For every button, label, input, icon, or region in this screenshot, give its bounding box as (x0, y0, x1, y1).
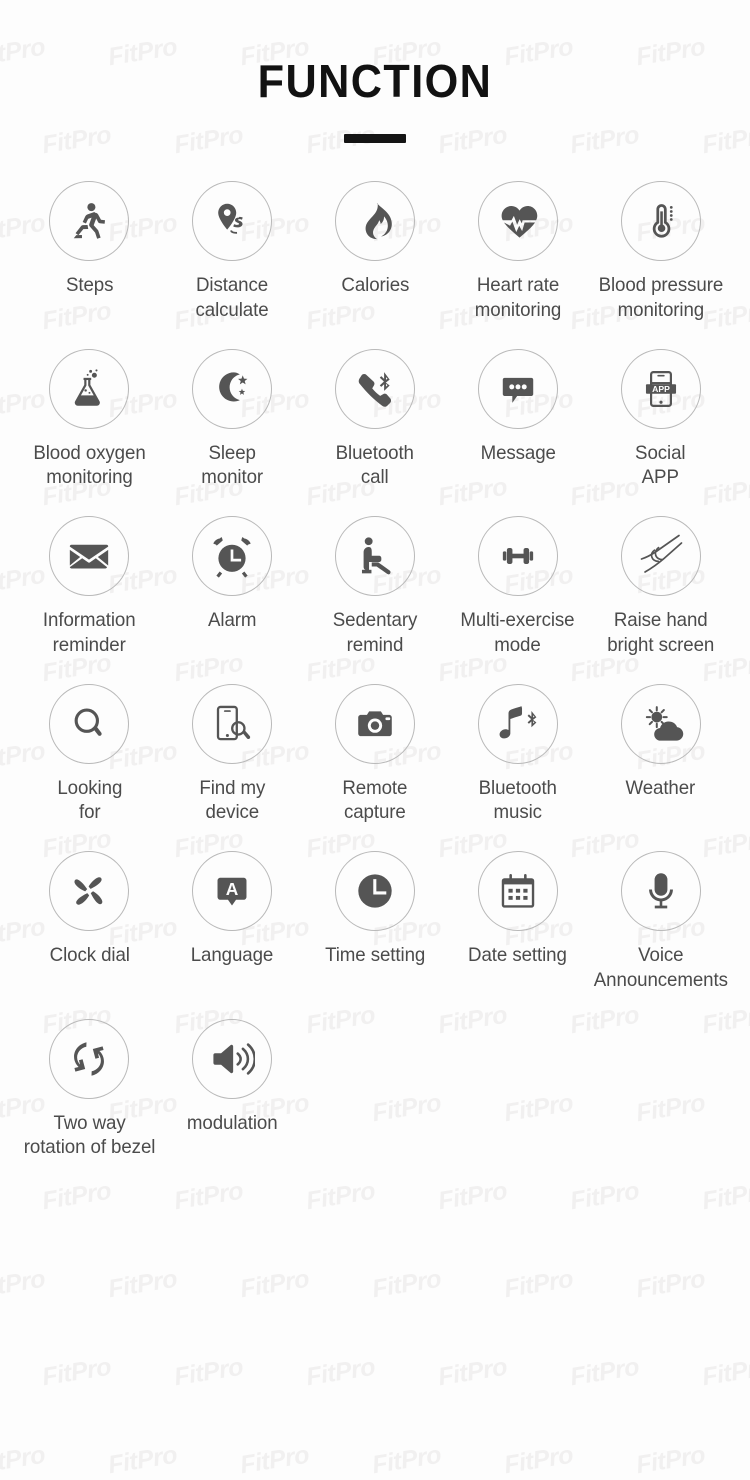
svg-text:A: A (226, 879, 239, 899)
feature-label: Distance calculate (196, 273, 269, 323)
thermometer-icon (621, 181, 701, 261)
music-note-bluetooth-icon (478, 684, 558, 764)
feature-label: Social APP (635, 441, 685, 491)
feature-label: Bluetooth call (336, 441, 414, 491)
watermark-text: FitPro (0, 1441, 47, 1480)
feature-item[interactable]: Distance calculate (163, 181, 301, 323)
page-title: FUNCTION (23, 58, 728, 104)
feature-item[interactable]: Sedentary remind (306, 516, 444, 658)
microphone-icon (621, 851, 701, 931)
feature-item[interactable]: Steps (20, 181, 158, 323)
feature-label: Alarm (208, 608, 256, 633)
feature-label: Bluetooth music (479, 776, 557, 826)
function-page: FUNCTION Steps Distance calculate Calori… (0, 0, 750, 1416)
feature-item[interactable]: Clock dial (20, 851, 158, 993)
feature-label: Sedentary remind (333, 608, 417, 658)
watermark-text: FitPro (238, 1441, 311, 1480)
feature-item[interactable]: Date setting (449, 851, 587, 993)
feature-label: Message (480, 441, 555, 466)
pinwheel-icon (49, 851, 129, 931)
title-underline-bar (344, 134, 406, 143)
feature-item[interactable]: Blood pressure monitoring (592, 181, 730, 323)
page-header: FUNCTION (0, 0, 750, 143)
feature-item[interactable]: Blood oxygen monitoring (20, 349, 158, 491)
feature-item[interactable]: Two way rotation of bezel (20, 1019, 158, 1161)
raised-wrist-watch-icon (621, 516, 701, 596)
feature-item[interactable]: Bluetooth call (306, 349, 444, 491)
feature-label: Multi-exercise mode (461, 608, 575, 658)
phone-magnifier-icon (192, 684, 272, 764)
heart-pulse-icon (478, 181, 558, 261)
feature-item[interactable]: Weather (592, 684, 730, 826)
feature-item[interactable]: Multi-exercise mode (449, 516, 587, 658)
speech-bubble-dots-icon (478, 349, 558, 429)
feature-label: Weather (626, 776, 696, 801)
feature-label: Looking for (57, 776, 122, 826)
envelope-icon (49, 516, 129, 596)
feature-grid: Steps Distance calculate Calories Heart … (0, 181, 750, 1178)
feature-item[interactable]: Calories (306, 181, 444, 323)
feature-label: Time setting (325, 943, 425, 968)
feature-label: Two way rotation of bezel (24, 1111, 156, 1161)
feature-label: Information reminder (43, 608, 136, 658)
feature-item[interactable]: APP Social APP (592, 349, 730, 491)
feature-item[interactable]: Message (449, 349, 587, 491)
feature-label: Find my device (199, 776, 265, 826)
feature-item[interactable]: Bluetooth music (449, 684, 587, 826)
dumbbell-icon (478, 516, 558, 596)
feature-item[interactable]: Information reminder (20, 516, 158, 658)
calendar-icon (478, 851, 558, 931)
clock-face-icon (335, 851, 415, 931)
phone-bluetooth-icon (335, 349, 415, 429)
feature-label: Date setting (468, 943, 567, 968)
alarm-clock-icon (192, 516, 272, 596)
feature-item[interactable]: Looking for (20, 684, 158, 826)
flask-bubbles-icon (49, 349, 129, 429)
watermark-text: FitPro (502, 1441, 575, 1480)
feature-item[interactable]: Raise hand bright screen (592, 516, 730, 658)
moon-stars-icon (192, 349, 272, 429)
feature-label: modulation (187, 1111, 278, 1136)
magnifier-icon (49, 684, 129, 764)
watermark-text: FitPro (370, 1441, 443, 1480)
feature-item[interactable]: A Language (163, 851, 301, 993)
feature-item[interactable]: Find my device (163, 684, 301, 826)
feature-label: Blood pressure monitoring (598, 273, 723, 323)
watermark-text: FitPro (634, 1441, 707, 1480)
feature-label: Blood oxygen monitoring (33, 441, 145, 491)
running-person-icon (49, 181, 129, 261)
phone-app-icon: APP (621, 349, 701, 429)
two-way-rotation-icon (49, 1019, 129, 1099)
feature-item[interactable]: Heart rate monitoring (449, 181, 587, 323)
flame-icon (335, 181, 415, 261)
speaker-waves-icon (192, 1019, 272, 1099)
feature-item[interactable]: Time setting (306, 851, 444, 993)
location-pin-path-icon (192, 181, 272, 261)
feature-label: Clock dial (49, 943, 129, 968)
letter-a-bubble-icon: A (192, 851, 272, 931)
feature-label: Heart rate monitoring (475, 273, 561, 323)
feature-label: Remote capture (342, 776, 407, 826)
feature-label: Steps (66, 273, 113, 298)
feature-item[interactable]: Remote capture (306, 684, 444, 826)
camera-icon (335, 684, 415, 764)
svg-text:APP: APP (652, 383, 670, 393)
sun-cloud-icon (621, 684, 701, 764)
feature-item[interactable]: Voice Announcements (592, 851, 730, 993)
feature-label: Voice Announcements (594, 943, 728, 993)
feature-label: Raise hand bright screen (607, 608, 714, 658)
feature-item[interactable]: Alarm (163, 516, 301, 658)
seated-person-icon (335, 516, 415, 596)
feature-label: Language (191, 943, 274, 968)
feature-item[interactable]: modulation (163, 1019, 301, 1161)
watermark-text: FitPro (106, 1441, 179, 1480)
feature-label: Sleep monitor (201, 441, 263, 491)
feature-label: Calories (341, 273, 409, 298)
feature-item[interactable]: Sleep monitor (163, 349, 301, 491)
